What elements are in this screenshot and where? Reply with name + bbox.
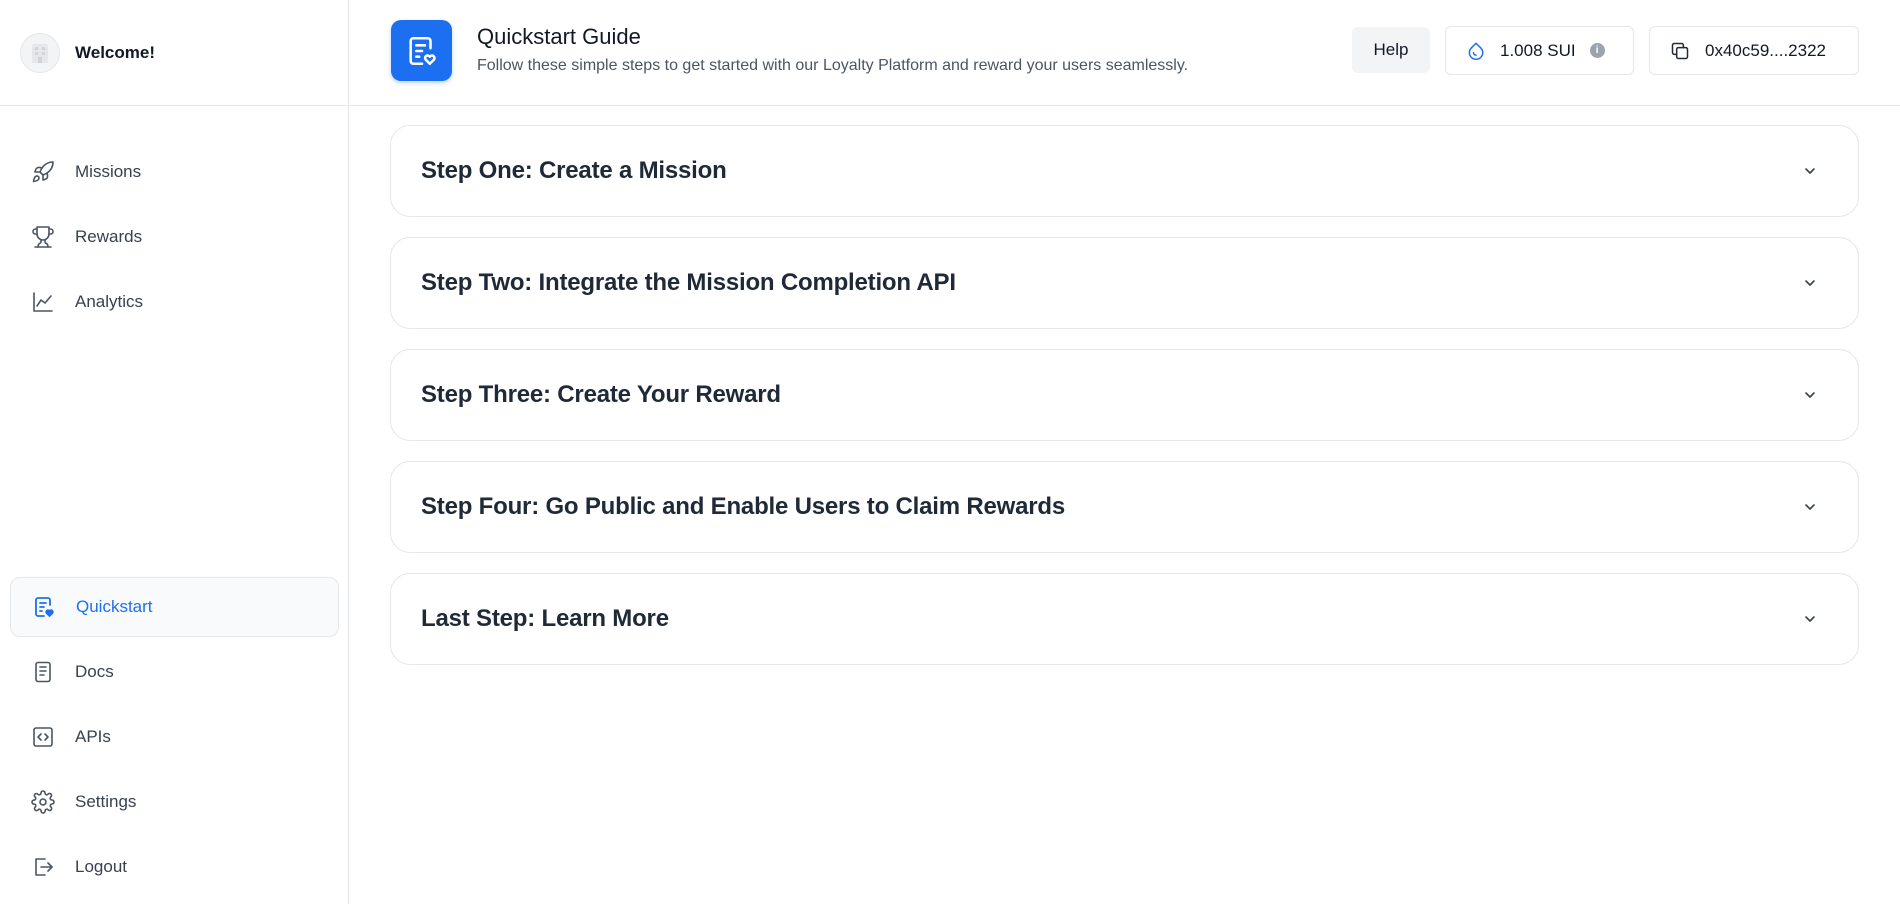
balance-value: 1.008 SUI — [1500, 40, 1576, 60]
step-accordion-2[interactable]: Step Two: Integrate the Mission Completi… — [390, 237, 1859, 329]
quickstart-logo — [391, 20, 452, 81]
step-accordion-3[interactable]: Step Three: Create Your Reward — [390, 349, 1859, 441]
quickstart-icon — [31, 594, 57, 620]
sidebar-item-label: Quickstart — [76, 597, 153, 616]
step-title: Last Step: Learn More — [421, 605, 669, 632]
sidebar-item-quickstart[interactable]: Quickstart — [10, 577, 339, 637]
wallet-address-button[interactable]: 0x40c59....2322 — [1649, 26, 1859, 75]
step-accordion-1[interactable]: Step One: Create a Mission — [390, 125, 1859, 217]
sidebar-item-analytics[interactable]: Analytics — [10, 272, 339, 332]
copy-icon — [1671, 42, 1689, 59]
step-accordion-5[interactable]: Last Step: Learn More — [390, 573, 1859, 665]
page-header: Quickstart Guide Follow these simple ste… — [350, 0, 1900, 106]
code-icon — [30, 724, 56, 750]
chevron-down-icon — [1802, 163, 1818, 179]
sidebar-item-label: Analytics — [75, 292, 144, 311]
sidebar-item-label: Rewards — [75, 227, 143, 246]
sidebar-item-logout[interactable]: Logout — [10, 837, 339, 897]
sidebar: Welcome! Missions Rewards Analytics Quic… — [0, 0, 349, 904]
sidebar-item-rewards[interactable]: Rewards — [10, 207, 339, 267]
sidebar-item-label: Settings — [75, 792, 137, 811]
step-title: Step Four: Go Public and Enable Users to… — [421, 493, 1065, 520]
step-title: Step Two: Integrate the Mission Completi… — [421, 269, 956, 296]
droplet-icon — [1468, 42, 1484, 60]
chevron-down-icon — [1802, 275, 1818, 291]
gear-icon — [30, 789, 56, 815]
rocket-icon — [30, 159, 56, 185]
page-subtitle: Follow these simple steps to get started… — [477, 57, 1189, 74]
welcome-text: Welcome! — [75, 42, 155, 62]
trophy-icon — [30, 224, 56, 250]
sidebar-header: Welcome! — [0, 0, 348, 106]
sidebar-item-settings[interactable]: Settings — [10, 772, 339, 832]
sidebar-item-apis[interactable]: APIs — [10, 707, 339, 767]
chevron-down-icon — [1802, 611, 1818, 627]
step-accordion-4[interactable]: Step Four: Go Public and Enable Users to… — [390, 461, 1859, 553]
sidebar-item-label: Missions — [75, 162, 142, 181]
sidebar-item-missions[interactable]: Missions — [10, 142, 339, 202]
page-title: Quickstart Guide — [477, 24, 641, 49]
sidebar-item-label: APIs — [75, 727, 111, 746]
wallet-address: 0x40c59....2322 — [1705, 40, 1826, 60]
avatar[interactable] — [20, 32, 60, 73]
help-button[interactable]: Help — [1352, 27, 1430, 73]
chevron-down-icon — [1802, 499, 1818, 515]
quickstart-icon — [408, 36, 436, 65]
step-title: Step Three: Create Your Reward — [421, 381, 781, 408]
balance-button[interactable]: 1.008 SUI i — [1445, 26, 1634, 75]
chart-line-icon — [30, 289, 56, 315]
sidebar-item-label: Docs — [75, 662, 114, 681]
sidebar-item-label: Logout — [75, 857, 127, 876]
step-title: Step One: Create a Mission — [421, 157, 727, 184]
building-icon — [32, 43, 48, 63]
logout-icon — [30, 854, 56, 880]
document-icon — [30, 659, 56, 685]
chevron-down-icon — [1802, 387, 1818, 403]
info-icon[interactable]: i — [1589, 43, 1605, 58]
sidebar-item-docs[interactable]: Docs — [10, 642, 339, 702]
